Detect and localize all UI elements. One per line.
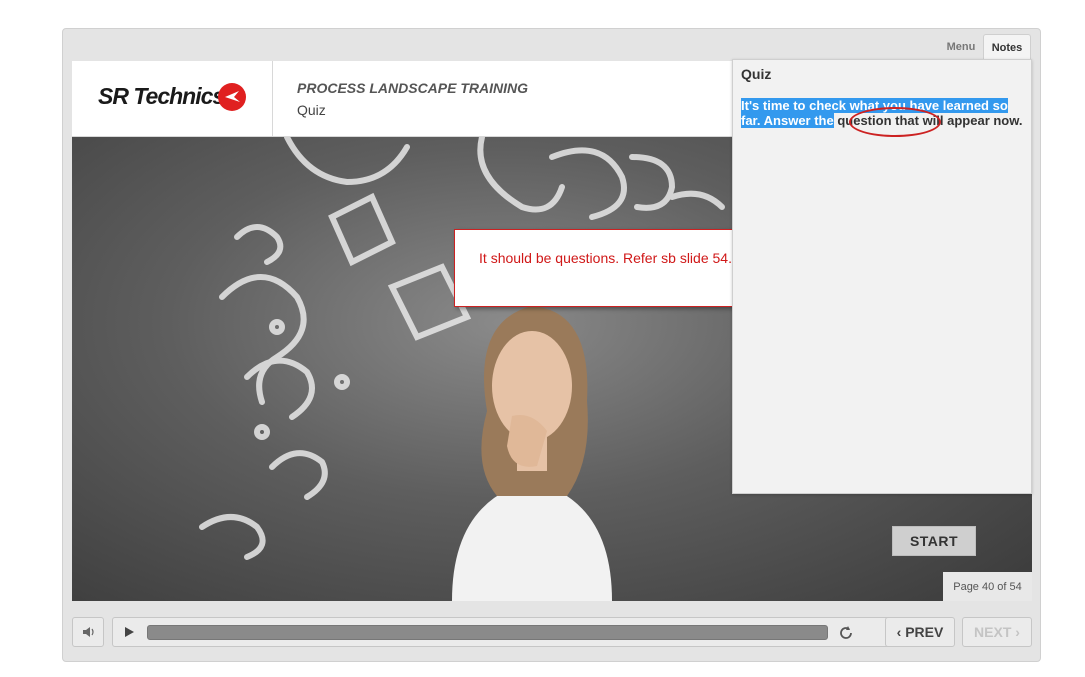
play-icon — [125, 627, 134, 637]
review-comment-text: It should be questions. Refer sb slide 5… — [479, 250, 732, 266]
chevron-left-icon: ‹ — [896, 624, 906, 640]
seek-slider[interactable] — [147, 625, 828, 640]
page-indicator: Page 40 of 54 — [943, 572, 1032, 601]
tab-notes[interactable]: Notes — [983, 34, 1031, 60]
volume-icon — [83, 627, 94, 637]
prev-button[interactable]: ‹ PREV — [885, 617, 955, 647]
start-button[interactable]: START — [892, 526, 976, 556]
next-button[interactable]: NEXT › — [962, 617, 1032, 647]
volume-button[interactable] — [72, 617, 104, 647]
tab-menu[interactable]: Menu — [939, 34, 983, 60]
playback-controls: ‹ PREV NEXT › — [72, 614, 1032, 650]
chevron-right-icon: › — [1011, 624, 1020, 640]
play-button[interactable] — [121, 624, 137, 640]
logo-container: SR Technics — [72, 61, 273, 136]
logo-text: SR Technics — [98, 83, 225, 109]
seekbar-container — [112, 617, 892, 647]
woman-thinking-photo — [452, 306, 612, 601]
next-label: NEXT — [974, 624, 1012, 640]
replay-icon — [840, 626, 852, 639]
logo-mark-icon — [218, 83, 246, 111]
slide-title: Quiz — [297, 102, 326, 118]
notes-heading: Quiz — [741, 66, 772, 82]
replay-button[interactable] — [837, 624, 855, 642]
review-comment-callout: It should be questions. Refer sb slide 5… — [454, 229, 757, 307]
annotation-ellipse — [849, 107, 941, 137]
prev-label: PREV — [905, 624, 944, 640]
course-title: PROCESS LANDSCAPE TRAINING — [297, 80, 529, 96]
